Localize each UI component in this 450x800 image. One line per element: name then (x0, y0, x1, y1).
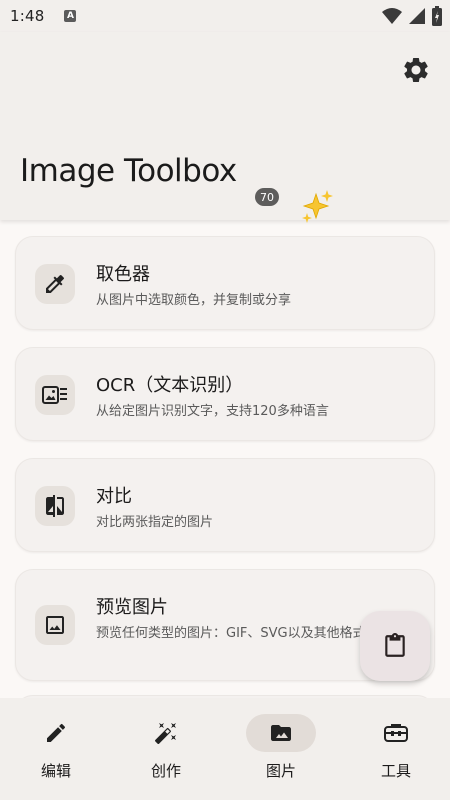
card-title: 预览图片 (96, 597, 168, 618)
status-icons (382, 6, 442, 26)
nav-icon-container (131, 714, 201, 752)
nav-icon-container (21, 714, 91, 752)
tool-card-ocr[interactable]: OCR（文本识别） 从给定图片识别文字，支持120多种语言 (15, 347, 435, 441)
settings-button[interactable] (400, 54, 432, 86)
card-description: 从图片中选取颜色，并复制或分享 (96, 293, 292, 308)
wifi-icon (382, 8, 402, 24)
tool-card-compare[interactable]: 对比 对比两张指定的图片 (15, 458, 435, 552)
magic-wand-icon (154, 723, 176, 745)
battery-icon (432, 6, 442, 26)
nav-item-create[interactable]: 创作 (110, 698, 222, 800)
version-badge: 70 (255, 188, 279, 206)
card-description: 预览任何类型的图片：GIF、SVG以及其他格式 (96, 626, 366, 641)
signal-icon (409, 8, 425, 24)
card-icon-container (35, 486, 75, 526)
status-time: 1:48 (10, 7, 45, 25)
eyedropper-icon (46, 274, 65, 293)
nav-icon-container-active (246, 714, 316, 752)
card-title: 对比 (96, 486, 132, 507)
clipboard-icon (385, 633, 405, 657)
card-description: 从给定图片识别文字，支持120多种语言 (96, 404, 329, 419)
image-preview-icon (46, 616, 64, 634)
card-title: OCR（文本识别） (96, 375, 244, 396)
ocr-icon (42, 386, 67, 404)
pencil-icon (47, 723, 66, 742)
nav-label: 编辑 (40, 762, 71, 780)
card-icon-container (35, 605, 75, 645)
app-header: Image Toolbox 70 (0, 32, 450, 223)
status-bar: 1:48 A (0, 0, 450, 32)
card-description: 对比两张指定的图片 (96, 515, 214, 530)
paste-clipboard-button[interactable] (360, 611, 430, 681)
bottom-navigation: 编辑 创作 图片 工具 (0, 698, 450, 800)
card-icon-container (35, 375, 75, 415)
nav-item-edit[interactable]: 编辑 (0, 698, 112, 800)
folder-image-icon (271, 725, 291, 741)
tool-card-color-picker[interactable]: 取色器 从图片中选取颜色，并复制或分享 (15, 236, 435, 330)
nav-icon-container (361, 714, 431, 752)
nav-label: 图片 (265, 762, 296, 780)
card-icon-container (35, 264, 75, 304)
nav-item-tools[interactable]: 工具 (340, 698, 450, 800)
card-title: 取色器 (96, 264, 150, 285)
nav-label: 创作 (150, 762, 181, 780)
gear-icon (404, 57, 428, 82)
nav-label: 工具 (380, 762, 411, 780)
nav-item-images[interactable]: 图片 (225, 698, 337, 800)
app-title: Image Toolbox (20, 153, 237, 189)
toolbox-icon (384, 724, 408, 742)
compare-icon (46, 495, 64, 517)
notification-icon: A (64, 10, 77, 22)
